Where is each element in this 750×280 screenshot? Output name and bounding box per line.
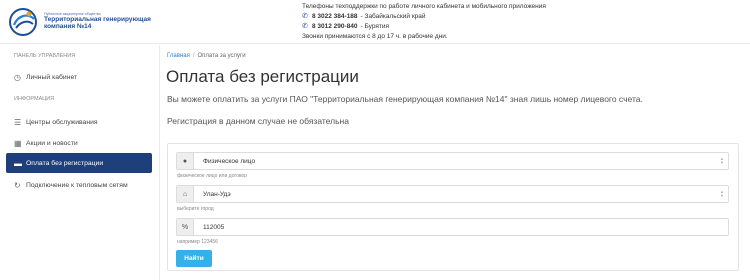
user-icon: ● bbox=[177, 153, 194, 169]
list-icon: ☰ bbox=[14, 117, 22, 127]
registration-note: Регистрация в данном случае не обязатель… bbox=[167, 116, 349, 126]
sidebar-item-label: Подключение к тепловым сетям bbox=[26, 181, 128, 189]
percent-icon: % bbox=[177, 219, 194, 235]
account-number-value: 112005 bbox=[203, 223, 225, 231]
sidebar-item-label: Оплата без регистрации bbox=[26, 159, 104, 167]
person-type-select[interactable]: ● Физическое лицо ▲ ▼ bbox=[176, 152, 729, 170]
sidebar-item-label: Личный кабинет bbox=[26, 73, 78, 81]
refresh-icon: ↻ bbox=[14, 180, 21, 190]
support-phone-row: ✆ 8 3012 290-840 - Бурятия bbox=[302, 22, 546, 32]
logo-name-line2: компания №14 bbox=[44, 22, 92, 30]
support-phone-row: ✆ 8 3022 384-188 - Забайкальский край bbox=[302, 12, 546, 22]
sidebar-item-service-centers[interactable]: ☰ Центры обслуживания bbox=[0, 112, 160, 132]
sidebar-item-heat-connection[interactable]: ↻ Подключение к тепловым сетям bbox=[0, 175, 160, 195]
account-number-help: например 123456 bbox=[177, 239, 218, 245]
phone-icon: ✆ bbox=[302, 13, 308, 20]
sidebar-item-pay-without-registration[interactable]: ▬ Оплата без регистрации bbox=[6, 153, 152, 173]
breadcrumb-separator: / bbox=[192, 53, 195, 59]
find-button[interactable]: Найти bbox=[176, 250, 212, 267]
page-title: Оплата без регистрации bbox=[166, 67, 359, 86]
sidebar-section-info: Информация bbox=[14, 96, 55, 102]
sidebar-section-panel: Панель управления bbox=[14, 53, 76, 59]
folder-icon: ▬ bbox=[14, 158, 22, 168]
support-hours: Звонки принимаются с 8 до 17 ч. в рабочи… bbox=[302, 33, 448, 40]
person-type-help: физическое лицо или договор bbox=[177, 173, 248, 179]
sidebar-item-label: Центры обслуживания bbox=[26, 118, 98, 126]
support-info: Телефоны техподдержки по работе личного … bbox=[302, 2, 546, 42]
page-description: Вы можете оплатить за услуги ПАО "Террит… bbox=[167, 94, 643, 104]
city-select[interactable]: ⌂ Улан-Удэ ▲ ▼ bbox=[176, 185, 729, 203]
person-type-value: Физическое лицо bbox=[203, 157, 256, 165]
support-phone-number[interactable]: 8 3022 384-188 bbox=[312, 12, 358, 22]
home-icon: ⌂ bbox=[177, 186, 194, 202]
phone-icon: ✆ bbox=[302, 23, 308, 30]
company-logo[interactable]: Публичное акционерное общество Территори… bbox=[8, 7, 151, 37]
sidebar-item-cabinet[interactable]: ◷ Личный кабинет bbox=[0, 67, 160, 87]
select-arrows-icon: ▲ ▼ bbox=[720, 189, 724, 198]
city-help: выберите город bbox=[177, 206, 214, 212]
sidebar-item-label: Акции и новости bbox=[26, 139, 78, 147]
select-arrows-icon: ▲ ▼ bbox=[720, 156, 724, 165]
city-value: Улан-Удэ bbox=[203, 190, 231, 198]
calendar-icon: ▦ bbox=[14, 138, 22, 148]
logo-emblem-icon bbox=[8, 7, 40, 37]
sidebar-item-news[interactable]: ▦ Акции и новости bbox=[0, 133, 160, 153]
main-content: Главная / Оплата за услуги Оплата без реги… bbox=[160, 45, 750, 280]
breadcrumb: Главная / Оплата за услуги bbox=[167, 53, 246, 59]
support-phone-number[interactable]: 8 3012 290-840 bbox=[312, 22, 358, 32]
header: Публичное акционерное общество Территори… bbox=[0, 0, 750, 44]
payment-form: ● Физическое лицо ▲ ▼ физическое лицо или… bbox=[167, 143, 739, 271]
support-phone-region: - Забайкальский край bbox=[360, 13, 426, 20]
support-title: Телефоны техподдержки по работе личного … bbox=[302, 3, 546, 10]
breadcrumb-home-link[interactable]: Главная bbox=[167, 53, 190, 59]
support-phone-region: - Бурятия bbox=[360, 23, 390, 30]
breadcrumb-current: Оплата за услуги bbox=[197, 53, 246, 59]
sidebar: Панель управления ◷ Личный кабинет Инфор… bbox=[0, 45, 160, 280]
clock-icon: ◷ bbox=[14, 72, 21, 82]
account-number-input[interactable]: % 112005 bbox=[176, 218, 729, 236]
